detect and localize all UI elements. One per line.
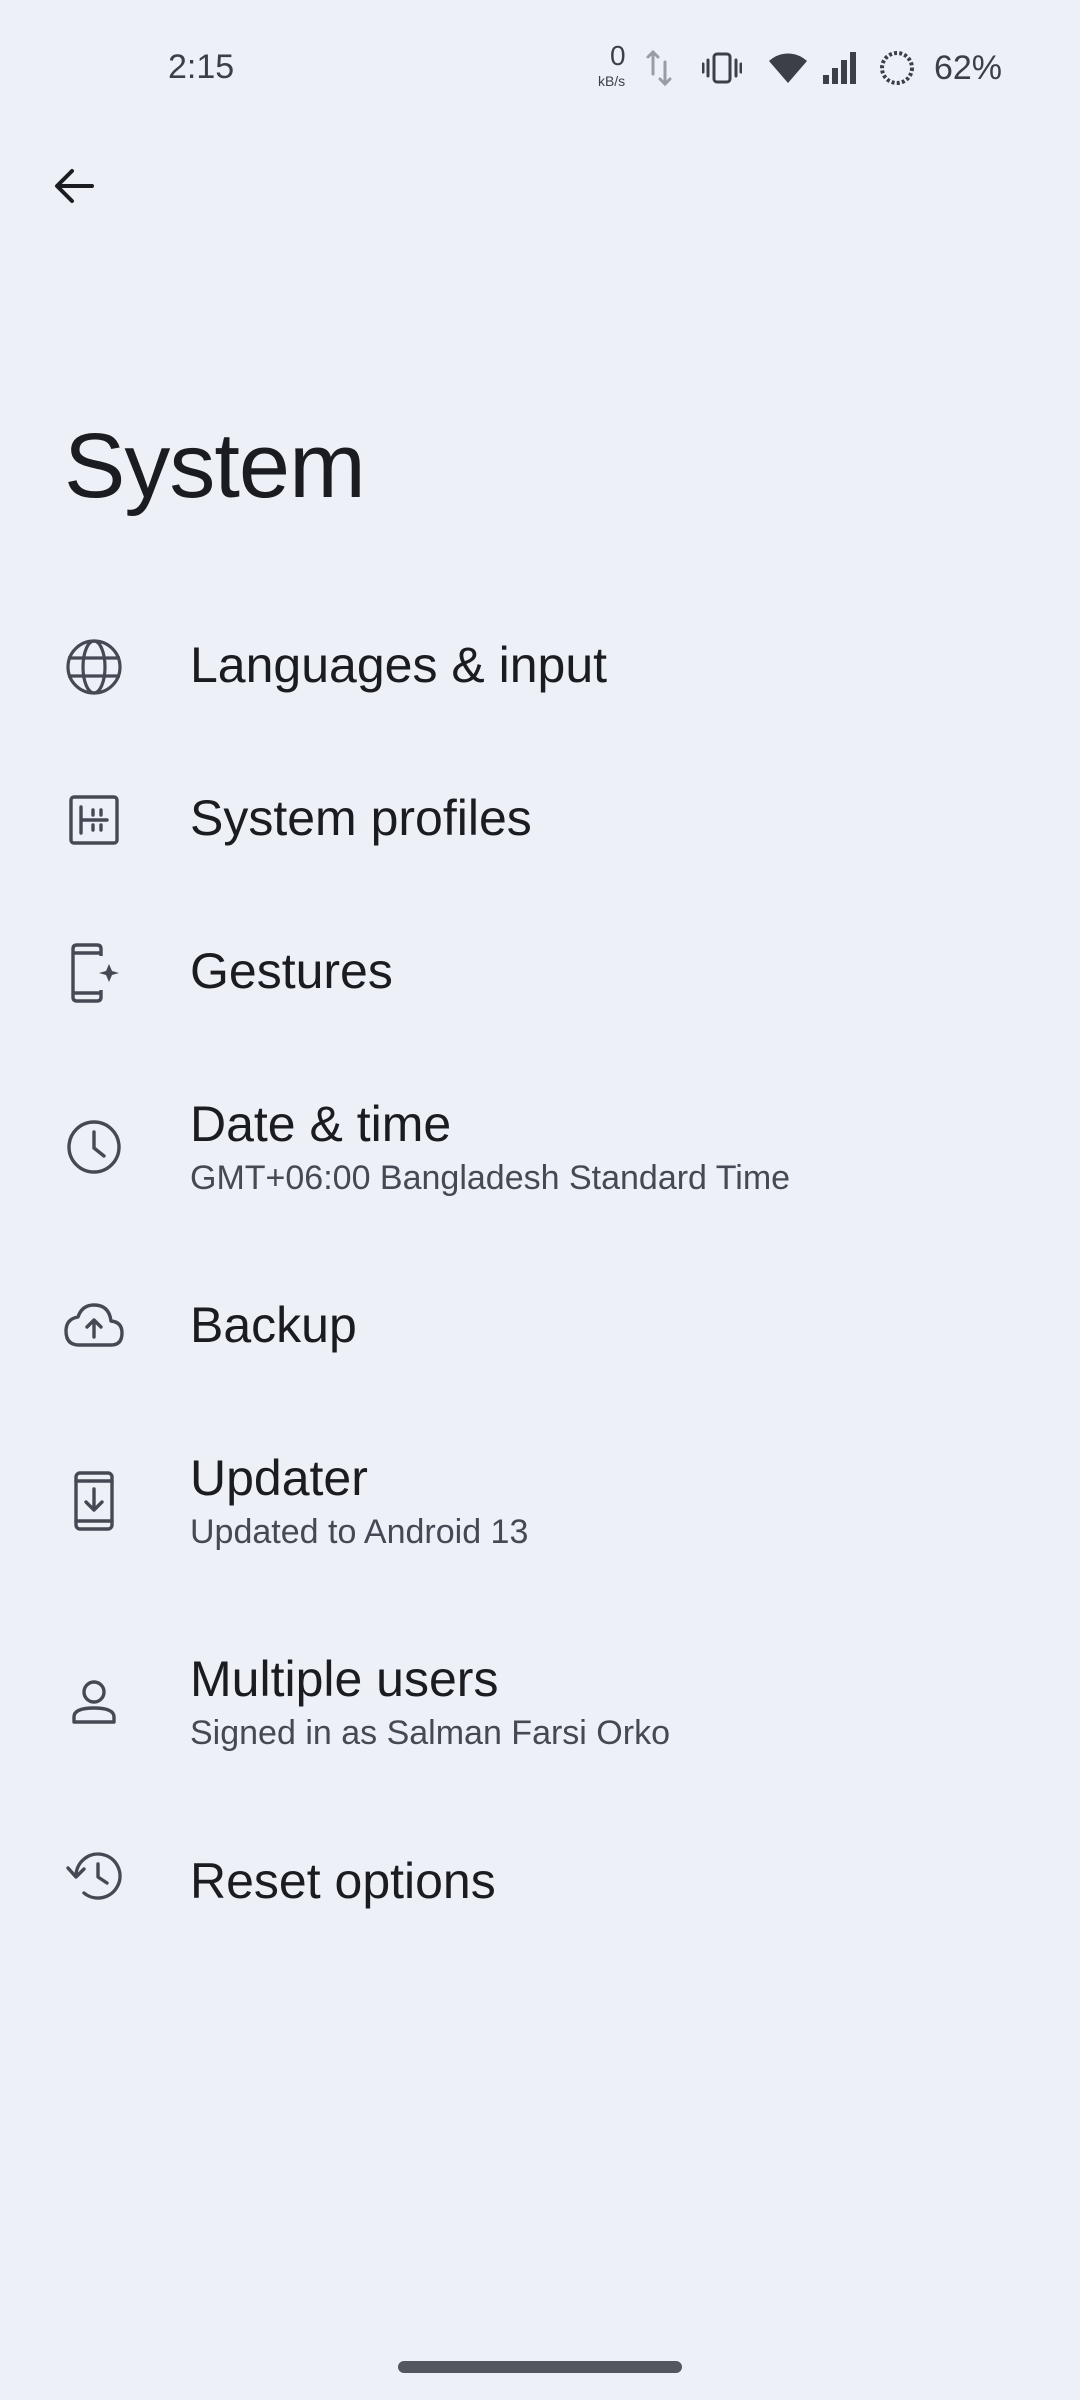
setting-backup[interactable]: Backup xyxy=(0,1290,1080,1400)
home-gesture-bar[interactable] xyxy=(398,2361,682,2373)
setting-summary: Signed in as Salman Farsi Orko xyxy=(190,1714,670,1752)
setting-title: Languages & input xyxy=(190,637,608,693)
system-update-icon xyxy=(62,1469,126,1533)
data-transfer-icon xyxy=(646,48,672,88)
gestures-phone-icon xyxy=(62,941,126,1005)
setting-title: Multiple users xyxy=(190,1651,499,1707)
setting-date-time[interactable]: Date & time GMT+06:00 Bangladesh Standar… xyxy=(0,1089,1080,1239)
globe-icon xyxy=(62,635,126,699)
battery-icon xyxy=(878,49,916,87)
status-time: 2:15 xyxy=(168,48,235,86)
setting-title: System profiles xyxy=(190,790,532,846)
network-speed-indicator: 0 kB/s xyxy=(597,42,632,90)
cellular-signal-icon xyxy=(822,51,858,85)
page-title: System xyxy=(64,415,366,517)
setting-summary: GMT+06:00 Bangladesh Standard Time xyxy=(190,1159,791,1197)
setting-title: Updater xyxy=(190,1450,368,1506)
network-speed-unit: kB/s xyxy=(597,73,626,89)
setting-summary: Updated to Android 13 xyxy=(190,1513,529,1551)
setting-title: Date & time xyxy=(190,1096,452,1152)
wifi-icon xyxy=(768,52,808,84)
vibrate-icon xyxy=(701,51,742,85)
setting-reset-options[interactable]: Reset options xyxy=(0,1846,1080,1956)
setting-title: Reset options xyxy=(190,1853,496,1909)
setting-languages-input[interactable]: Languages & input xyxy=(0,630,1080,740)
person-icon xyxy=(62,1670,126,1734)
clock-icon xyxy=(62,1115,126,1179)
setting-gestures[interactable]: Gestures xyxy=(0,936,1080,1046)
status-icons: 0 kB/s 62% xyxy=(597,42,1002,92)
back-button[interactable] xyxy=(36,150,112,226)
setting-title: Backup xyxy=(190,1297,357,1353)
status-bar: 2:15 0 kB/s 62% xyxy=(0,0,1080,140)
cloud-upload-icon xyxy=(62,1293,126,1357)
system-profiles-icon xyxy=(62,788,126,852)
battery-percent: 62% xyxy=(933,48,1002,87)
back-arrow-icon xyxy=(50,162,98,215)
network-speed-value: 0 xyxy=(609,40,626,71)
history-icon xyxy=(62,1844,126,1908)
setting-updater[interactable]: Updater Updated to Android 13 xyxy=(0,1443,1080,1593)
setting-system-profiles[interactable]: System profiles xyxy=(0,783,1080,893)
setting-multiple-users[interactable]: Multiple users Signed in as Salman Farsi… xyxy=(0,1644,1080,1794)
setting-title: Gestures xyxy=(190,943,393,999)
